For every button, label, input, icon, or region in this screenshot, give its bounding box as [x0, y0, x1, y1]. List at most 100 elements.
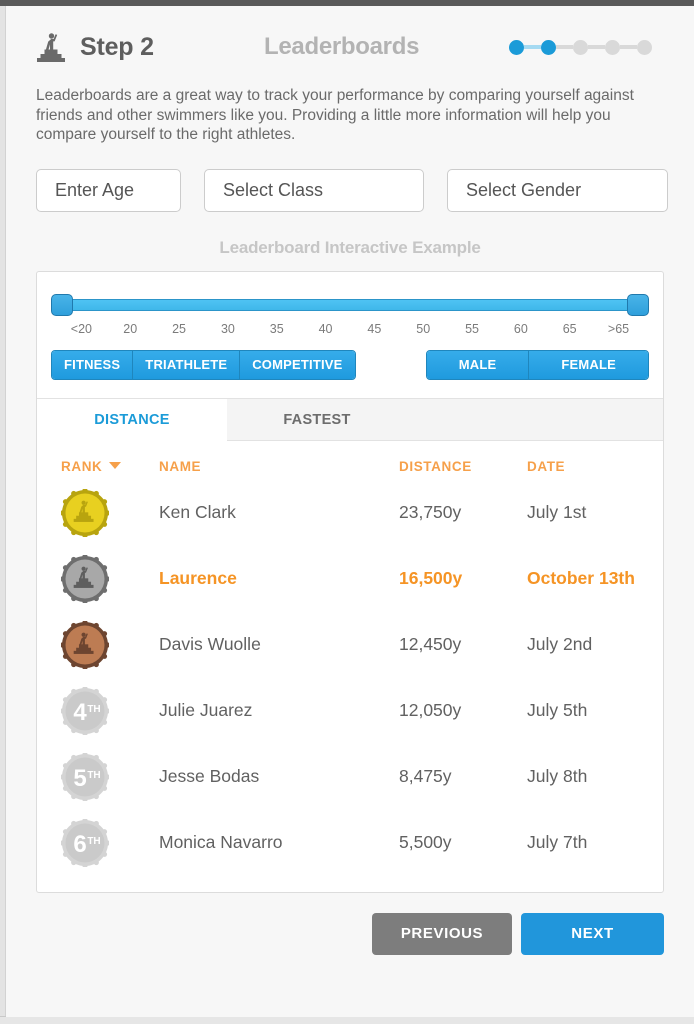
- step-label: Step 2: [80, 32, 154, 61]
- table-row[interactable]: Laurence 16,500y October 13th: [37, 546, 663, 612]
- wizard-header: Step 2 Leaderboards: [36, 6, 664, 72]
- rank-cell: [37, 554, 159, 603]
- sort-desc-caret-icon[interactable]: [109, 461, 122, 469]
- step-indicator: Step 2: [36, 30, 254, 64]
- column-header-name[interactable]: NAME: [159, 459, 399, 474]
- slider-tick: 45: [367, 321, 382, 336]
- table-header-row: RANK NAME DISTANCE DATE: [37, 441, 663, 480]
- column-header-rank-label: RANK: [61, 458, 103, 474]
- tab-fastest[interactable]: FASTEST: [227, 399, 407, 440]
- rank-suffix: TH: [87, 704, 100, 715]
- filter-female[interactable]: FEMALE: [529, 350, 648, 379]
- class-select[interactable]: [204, 168, 424, 212]
- progress-dot-3[interactable]: [573, 39, 588, 55]
- leaderboard-table: RANK NAME DISTANCE DATE Ken Clark 23,750…: [37, 441, 663, 892]
- progress-dot-1[interactable]: [509, 39, 524, 55]
- app-window: Step 2 Leaderboards Leaderboards are a g…: [0, 0, 694, 1024]
- filter-fitness[interactable]: FITNESS: [52, 350, 134, 379]
- profile-inputs: [36, 168, 668, 212]
- name-cell: Jesse Bodas: [159, 766, 260, 786]
- name-cell: Julie Juarez: [159, 700, 253, 720]
- rank-badge-6th: 6 TH: [61, 818, 109, 867]
- rank-cell: [37, 488, 159, 537]
- date-cell: July 1st: [527, 502, 587, 522]
- rank-suffix: TH: [87, 770, 100, 781]
- progress-dot-4[interactable]: [605, 39, 620, 55]
- column-header-date[interactable]: DATE: [527, 459, 657, 474]
- slider-track[interactable]: [51, 298, 649, 311]
- progress-line-1: [524, 45, 541, 49]
- distance-cell: 12,050y: [399, 700, 462, 720]
- window-bottom-chrome: [0, 1016, 694, 1024]
- distance-cell: 12,450y: [399, 634, 462, 654]
- progress-dot-2[interactable]: [541, 39, 556, 55]
- age-range-slider: <20 20 25 30 35 40 45 50 55 60 65 >65: [37, 272, 663, 336]
- gender-select[interactable]: [447, 168, 668, 212]
- name-cell: Davis Wuolle: [159, 634, 261, 654]
- rank-cell: 5 TH: [37, 752, 159, 801]
- table-row[interactable]: 5 TH Jesse Bodas 8,475y July 8th: [37, 744, 663, 810]
- table-row[interactable]: 4 TH Julie Juarez 12,050y July 5th: [37, 678, 663, 744]
- tab-distance[interactable]: DISTANCE: [37, 398, 227, 441]
- slider-handle-max[interactable]: [627, 293, 649, 316]
- wizard-page: Step 2 Leaderboards Leaderboards are a g…: [6, 6, 694, 1017]
- distance-cell: 16,500y: [399, 568, 463, 588]
- rank-number: 5: [73, 765, 86, 792]
- page-title: Leaderboards: [264, 33, 420, 60]
- progress-dot-5[interactable]: [637, 39, 652, 55]
- leaderboard-tabs: DISTANCE FASTEST: [37, 397, 663, 441]
- next-button[interactable]: NEXT: [521, 912, 664, 955]
- rank-cell: [37, 620, 159, 669]
- progress-line-2: [556, 45, 573, 49]
- rank-suffix: TH: [87, 836, 100, 847]
- date-cell: July 7th: [527, 832, 588, 852]
- rank-number: 4: [73, 699, 87, 726]
- name-cell: Ken Clark: [159, 502, 236, 522]
- wizard-footer: PREVIOUS NEXT: [36, 912, 664, 955]
- name-cell: Monica Navarro: [159, 832, 283, 852]
- column-header-distance[interactable]: DISTANCE: [399, 459, 527, 474]
- previous-button[interactable]: PREVIOUS: [372, 912, 512, 955]
- filter-controls: FITNESS TRIATHLETE COMPETITIVE MALE FEMA…: [37, 336, 663, 380]
- slider-tick: 30: [220, 321, 235, 336]
- podium-athlete-icon: [37, 33, 65, 62]
- date-cell: July 2nd: [527, 634, 593, 654]
- distance-cell: 5,500y: [399, 832, 452, 852]
- date-cell: July 8th: [527, 766, 588, 786]
- slider-tick: 55: [465, 321, 479, 336]
- leaderboard-panel: <20 20 25 30 35 40 45 50 55 60 65 >65 FI: [36, 270, 664, 893]
- slider-tick: 25: [172, 321, 187, 336]
- slider-tick: 50: [416, 321, 431, 336]
- table-row[interactable]: Ken Clark 23,750y July 1st: [37, 480, 663, 546]
- table-row[interactable]: Davis Wuolle 12,450y July 2nd: [37, 612, 663, 678]
- wizard-progress: [509, 39, 664, 55]
- date-cell: July 5th: [527, 700, 588, 720]
- rank-badge-5th: 5 TH: [61, 752, 109, 801]
- slider-tick-labels: <20 20 25 30 35 40 45 50 55 60 65 >65: [51, 316, 649, 336]
- column-header-rank[interactable]: RANK: [37, 459, 159, 474]
- slider-tick: 60: [513, 321, 528, 336]
- slider-tick: 20: [123, 321, 138, 336]
- class-filter-group: FITNESS TRIATHLETE COMPETITIVE: [51, 349, 356, 380]
- slider-tick: <20: [70, 321, 93, 336]
- slider-tick: >65: [607, 321, 630, 336]
- table-row[interactable]: 6 TH Monica Navarro 5,500y July 7th: [37, 810, 663, 876]
- name-cell: Laurence: [159, 568, 237, 588]
- age-input[interactable]: [36, 168, 181, 212]
- silver-medal-icon: [61, 554, 109, 603]
- filter-triathlete[interactable]: TRIATHLETE: [133, 350, 241, 379]
- progress-line-4: [620, 45, 637, 49]
- slider-handle-min[interactable]: [51, 293, 73, 316]
- gender-filter-group: MALE FEMALE: [425, 349, 649, 380]
- example-caption: Leaderboard Interactive Example: [219, 237, 481, 257]
- rank-cell: 6 TH: [37, 818, 159, 867]
- bronze-medal-icon: [61, 620, 109, 669]
- date-cell: October 13th: [527, 568, 635, 588]
- slider-body[interactable]: [51, 293, 649, 316]
- filter-competitive[interactable]: COMPETITIVE: [240, 350, 355, 379]
- page-description: Leaderboards are a great way to track yo…: [36, 87, 634, 143]
- rank-cell: 4 TH: [37, 686, 159, 735]
- rank-number: 6: [73, 831, 86, 858]
- rank-badge-4th: 4 TH: [61, 686, 109, 735]
- filter-male[interactable]: MALE: [426, 350, 530, 379]
